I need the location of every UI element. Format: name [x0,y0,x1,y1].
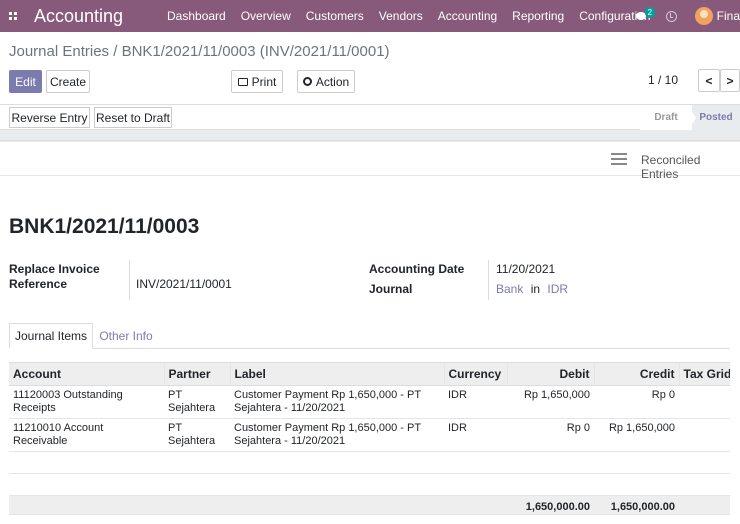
action-button[interactable]: Action [297,70,355,93]
apps-grid-icon[interactable] [9,11,18,21]
main-menu: Dashboard Overview Customers Vendors Acc… [167,0,666,32]
status-bar: Reverse Entry Reset to Draft Posted Draf… [0,104,740,130]
record-title: BNK1/2021/11/0003 [9,215,200,238]
stage-draft: Draft [640,105,692,130]
total-debit: 1,650,000.00 [507,495,594,515]
breadcrumb-separator: / [113,43,118,60]
cell-debit: Rp 0 [507,418,594,452]
cell-partner: PT Sejahtera [164,385,230,419]
pager-next-button[interactable]: > [720,69,740,92]
totals-row: 1,650,000.00 1,650,000.00 [9,495,730,515]
breadcrumb-current: BNK1/2021/11/0003 (INV/2021/11/0001) [121,43,390,60]
table-row[interactable]: 11210010 Account Receivable PT Sejahtera… [9,418,730,452]
field-separator [488,260,489,300]
accounting-date-value: 11/20/2021 [496,262,556,276]
cell-account: 11210010 Account Receivable [9,418,164,452]
col-credit[interactable]: Credit [593,362,679,386]
sheet-button-box: Reconciled Entries [0,140,740,181]
cell-currency: IDR [444,418,507,452]
cell-partner: PT Sejahtera [164,418,230,452]
top-navbar: Accounting Dashboard Overview Customers … [0,0,740,32]
table-row[interactable]: 11120003 Outstanding Receipts PT Sejahte… [9,385,730,419]
cell-debit: Rp 1,650,000 [507,385,594,419]
pager-previous-button[interactable]: < [698,69,720,92]
empty-row [9,451,730,474]
journal-link[interactable]: Bank [496,282,523,296]
menu-dashboard[interactable]: Dashboard [167,9,226,23]
create-button[interactable]: Create [46,70,90,93]
breadcrumb: Journal Entries / BNK1/2021/11/0003 (INV… [9,43,390,60]
list-icon[interactable] [611,153,627,165]
menu-customers[interactable]: Customers [306,9,364,23]
cell-tax-grids [679,385,730,419]
reset-to-draft-button[interactable]: Reset to Draft [94,107,172,128]
journal-label: Journal [369,282,413,296]
print-button[interactable]: Print [231,70,283,93]
pager-value[interactable]: 1 / 10 [648,73,678,87]
cell-label: Customer Payment Rp 1,650,000 - PT Sejah… [230,418,444,452]
col-tax-grids[interactable]: Tax Grids [678,362,730,386]
menu-vendors[interactable]: Vendors [379,9,423,23]
journal-in-text: in [530,282,541,296]
col-partner[interactable]: Partner [163,362,230,386]
ref-label-line2: Reference [9,277,68,291]
cell-credit: Rp 0 [594,385,679,419]
tab-other-info[interactable]: Other Info [93,323,159,349]
empty-row [9,473,730,496]
edit-button[interactable]: Edit [9,70,42,93]
tab-journal-items[interactable]: Journal Items [9,323,93,349]
table-header-row: Account Partner Label Currency Debit Cre… [9,362,730,386]
cell-currency: IDR [444,385,507,419]
cell-label: Customer Payment Rp 1,650,000 - PT Sejah… [230,385,444,419]
print-label: Print [251,74,277,89]
journal-items-table: Account Partner Label Currency Debit Cre… [9,362,730,515]
menu-accounting[interactable]: Accounting [438,9,497,23]
gear-icon [302,77,312,86]
reconciled-entries-button[interactable]: Reconciled Entries [641,153,740,181]
app-title[interactable]: Accounting [34,6,123,27]
menu-reporting[interactable]: Reporting [512,9,564,23]
col-currency[interactable]: Currency [443,362,507,386]
cell-tax-grids [679,418,730,452]
user-name[interactable]: Fina [717,9,740,23]
field-separator [129,260,130,300]
stage-posted: Posted [692,105,740,130]
cell-credit: Rp 1,650,000 [594,418,679,452]
menu-overview[interactable]: Overview [241,9,291,23]
action-label: Action [315,74,350,89]
breadcrumb-parent[interactable]: Journal Entries [9,43,109,60]
ref-label-line1: Replace Invoice [9,262,100,276]
user-avatar[interactable] [694,7,713,25]
col-label[interactable]: Label [229,362,444,386]
col-debit[interactable]: Debit [506,362,594,386]
currency-link[interactable]: IDR [547,282,568,296]
chat-icon[interactable]: 2 [635,7,656,21]
journal-field: Bank in IDR [496,282,568,296]
tab-underline [9,348,730,349]
reverse-entry-button[interactable]: Reverse Entry [9,107,90,128]
cell-account: 11120003 Outstanding Receipts [9,385,164,419]
ref-value: INV/2021/11/0001 [136,277,232,291]
total-credit: 1,650,000.00 [594,495,679,515]
activity-clock-icon[interactable] [665,10,677,22]
stage-arrow [688,105,696,130]
chat-count-badge: 2 [644,7,656,18]
navbar-systray: 2 Fina [635,0,740,32]
print-icon [237,77,248,86]
col-account[interactable]: Account [9,362,164,386]
accounting-date-label: Accounting Date [369,262,465,276]
